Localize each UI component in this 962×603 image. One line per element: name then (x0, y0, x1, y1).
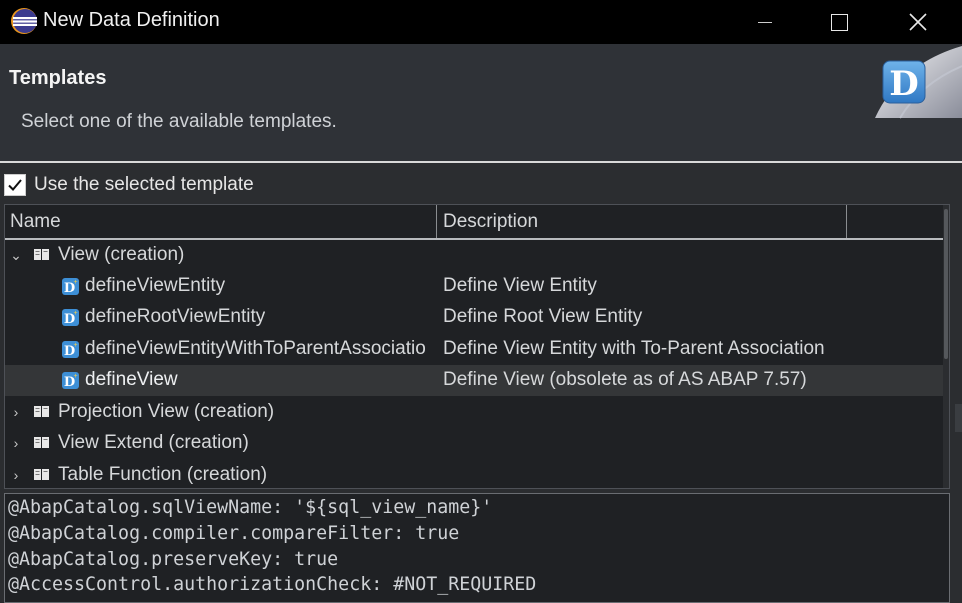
minimize-icon (758, 21, 772, 23)
minimize-button[interactable] (730, 0, 800, 44)
page-title: Templates (9, 67, 107, 89)
template-preview[interactable]: @AbapCatalog.sqlViewName: '${sql_view_na… (4, 493, 950, 603)
tree-item-template[interactable]: D + defineViewEntity Define View Entity (5, 271, 943, 302)
tree-item-template-selected[interactable]: D + defineView Define View (obsolete as o… (5, 365, 943, 396)
ddl-template-icon: D+ (62, 278, 79, 295)
use-template-checkbox[interactable]: Use the selected template (4, 172, 254, 198)
column-header-name[interactable]: Name (5, 205, 437, 238)
tree-item-template[interactable]: D + defineRootViewEntity Define Root View… (5, 302, 943, 333)
template-group-book-icon (34, 249, 49, 260)
code-line: @AbapCatalog.preserveKey: true (8, 549, 339, 570)
wizard-header (0, 44, 962, 161)
svg-text:+: + (73, 342, 77, 349)
code-line: @AccessControl.authorizationCheck: #NOT_… (8, 574, 537, 595)
svg-text:+: + (73, 373, 77, 380)
tree-item-label: Table Function (creation) (58, 464, 268, 485)
tree-item-template[interactable]: D + defineViewEntityWithToParentAssociati… (5, 334, 943, 365)
vertical-scrollbar[interactable] (943, 205, 949, 488)
svg-text:+: + (73, 279, 77, 286)
code-line: @AbapCatalog.compiler.compareFilter: tru… (8, 523, 460, 544)
svg-text:D: D (889, 64, 918, 104)
template-tree[interactable]: Name Description ⌄ View (creation) D + de… (4, 204, 950, 489)
checkmark-icon (8, 179, 22, 191)
tree-group-projection-view[interactable]: › Projection View (creation) (5, 397, 943, 428)
template-name: defineViewEntityWithToParentAssociatio (85, 338, 426, 359)
template-description: Define View (obsolete as of AS ABAP 7.57… (443, 369, 807, 390)
code-line: @AbapCatalog.sqlViewName: '${sql_view_na… (8, 497, 493, 518)
close-icon (909, 13, 927, 31)
tree-group-view-creation[interactable]: ⌄ View (creation) (5, 240, 943, 271)
column-header-description[interactable]: Description (437, 205, 847, 238)
data-definition-icon: D (875, 46, 962, 119)
template-name: defineRootViewEntity (85, 306, 266, 327)
resize-handle (955, 404, 962, 432)
tree-header: Name Description (5, 205, 945, 240)
template-name: defineView (85, 369, 178, 390)
tree-group-table-function[interactable]: › Table Function (creation) (5, 460, 943, 488)
tree-item-label: View Extend (creation) (58, 432, 249, 453)
maximize-button[interactable] (804, 0, 874, 44)
header-separator (0, 161, 962, 163)
checkbox-label: Use the selected template (34, 174, 254, 195)
tree-group-view-extend[interactable]: › View Extend (creation) (5, 428, 943, 459)
template-description: Define View Entity (443, 275, 597, 296)
template-group-book-icon (34, 437, 49, 448)
template-name: defineViewEntity (85, 275, 226, 296)
template-group-book-icon (34, 406, 49, 417)
svg-text:+: + (73, 310, 77, 317)
chevron-right-icon[interactable]: › (8, 434, 24, 452)
ddl-template-icon: D+ (62, 341, 79, 358)
close-button[interactable] (883, 0, 953, 44)
template-description: Define Root View Entity (443, 306, 643, 327)
chevron-right-icon[interactable]: › (8, 466, 24, 484)
checkbox-box[interactable] (4, 174, 26, 196)
template-group-book-icon (34, 469, 49, 480)
title-bar: New Data Definition (0, 0, 962, 44)
maximize-icon (830, 13, 848, 31)
chevron-right-icon[interactable]: › (8, 403, 24, 421)
scrollbar-thumb[interactable] (944, 209, 948, 359)
ddl-template-icon: D+ (62, 372, 79, 389)
ddl-template-icon: D+ (62, 309, 79, 326)
page-description: Select one of the available templates. (21, 111, 337, 132)
eclipse-icon (11, 8, 37, 34)
chevron-down-icon[interactable]: ⌄ (8, 246, 24, 264)
template-description: Define View Entity with To-Parent Associ… (443, 338, 825, 359)
tree-item-label: View (creation) (58, 244, 185, 265)
tree-item-label: Projection View (creation) (58, 401, 275, 422)
window-title: New Data Definition (43, 9, 220, 31)
